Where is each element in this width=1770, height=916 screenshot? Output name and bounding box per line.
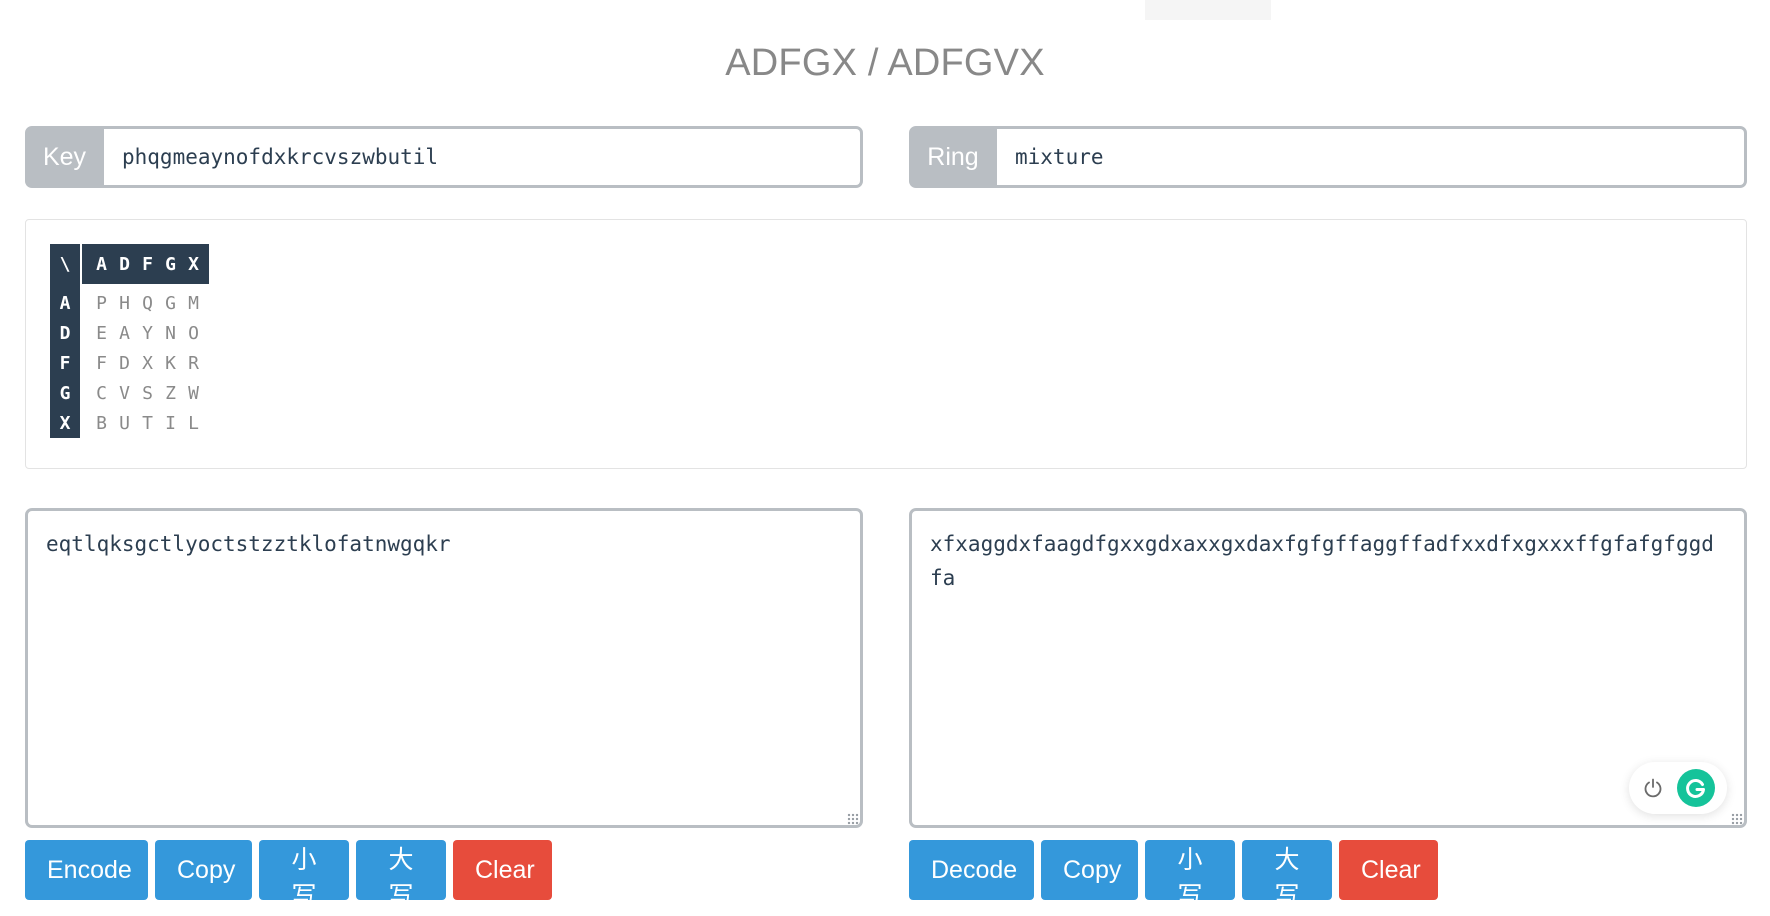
page-title: ADFGX / ADFGVX	[725, 42, 1045, 84]
grammarly-widget[interactable]	[1629, 762, 1727, 814]
square-cell: C	[96, 382, 107, 404]
top-tab[interactable]	[1145, 0, 1271, 20]
ring-input[interactable]	[997, 126, 1747, 188]
square-cell: O	[188, 322, 199, 344]
column-header: D	[119, 253, 130, 275]
column-header: F	[142, 253, 153, 275]
square-cell: U	[119, 412, 130, 434]
square-cell: K	[165, 352, 176, 374]
square-corner: \	[50, 244, 82, 284]
key-group: Key	[25, 126, 863, 188]
row-header: F	[50, 348, 82, 378]
square-cell: Z	[165, 382, 176, 404]
encode-button-row: Encode Copy 小写 大写 Clear	[25, 840, 559, 910]
key-label: Key	[25, 126, 104, 188]
grammarly-icon[interactable]	[1676, 769, 1715, 807]
uppercase-plaintext-button[interactable]: 大写	[356, 840, 446, 910]
square-cell: Q	[142, 292, 153, 314]
row-header: G	[50, 378, 82, 408]
square-row: F F D X K R	[50, 348, 209, 378]
square-header-row: \ A D F G X	[50, 244, 209, 284]
uppercase-ciphertext-button[interactable]: 大写	[1242, 840, 1332, 910]
square-cell: D	[119, 352, 130, 374]
clear-plaintext-button[interactable]: Clear	[453, 840, 552, 900]
clear-ciphertext-button[interactable]: Clear	[1339, 840, 1438, 900]
square-row: A P H Q G M	[50, 288, 209, 318]
encode-button[interactable]: Encode	[25, 840, 148, 900]
column-header: A	[96, 253, 107, 275]
row-header: X	[50, 408, 82, 438]
square-cell: L	[188, 412, 199, 434]
key-input[interactable]	[104, 126, 863, 188]
square-cell: N	[165, 322, 176, 344]
resize-handle-icon[interactable]	[847, 813, 859, 825]
decode-button-row: Decode Copy 小写 大写 Clear	[909, 840, 1445, 910]
square-cell: B	[96, 412, 107, 434]
row-header: D	[50, 318, 82, 348]
power-icon[interactable]	[1642, 777, 1664, 799]
column-header: G	[165, 253, 176, 275]
square-cell: A	[119, 322, 130, 344]
square-cell: Y	[142, 322, 153, 344]
ring-label: Ring	[909, 126, 997, 188]
column-header: X	[188, 253, 199, 275]
lowercase-ciphertext-button[interactable]: 小写	[1145, 840, 1235, 910]
square-row: G C V S Z W	[50, 378, 209, 408]
square-cell: W	[188, 382, 199, 404]
square-cell: V	[119, 382, 130, 404]
ring-group: Ring	[909, 126, 1747, 188]
decode-button[interactable]: Decode	[909, 840, 1034, 900]
square-cell: R	[188, 352, 199, 374]
polybius-square: \ A D F G X A P H Q G M D E A Y N O F F …	[50, 244, 209, 438]
square-cell: T	[142, 412, 153, 434]
square-row: D E A Y N O	[50, 318, 209, 348]
square-cell: F	[96, 352, 107, 374]
square-cell: E	[96, 322, 107, 344]
polybius-square-panel: \ A D F G X A P H Q G M D E A Y N O F F …	[25, 219, 1747, 469]
resize-handle-icon[interactable]	[1731, 813, 1743, 825]
copy-ciphertext-button[interactable]: Copy	[1041, 840, 1138, 900]
copy-plaintext-button[interactable]: Copy	[155, 840, 252, 900]
square-cell: X	[142, 352, 153, 374]
square-cell: M	[188, 292, 199, 314]
square-cell: S	[142, 382, 153, 404]
plaintext-textarea[interactable]: eqtlqksgctlyoctstzztklofatnwgqkr	[25, 508, 863, 828]
ciphertext-textarea[interactable]: xfxaggdxfaagdfgxxgdxaxxgxdaxfgfgffaggffa…	[909, 508, 1747, 828]
square-cell: I	[165, 412, 176, 434]
square-row: X B U T I L	[50, 408, 209, 438]
square-cell: G	[165, 292, 176, 314]
square-cell: H	[119, 292, 130, 314]
row-header: A	[50, 288, 82, 318]
lowercase-plaintext-button[interactable]: 小写	[259, 840, 349, 910]
square-cell: P	[96, 292, 107, 314]
